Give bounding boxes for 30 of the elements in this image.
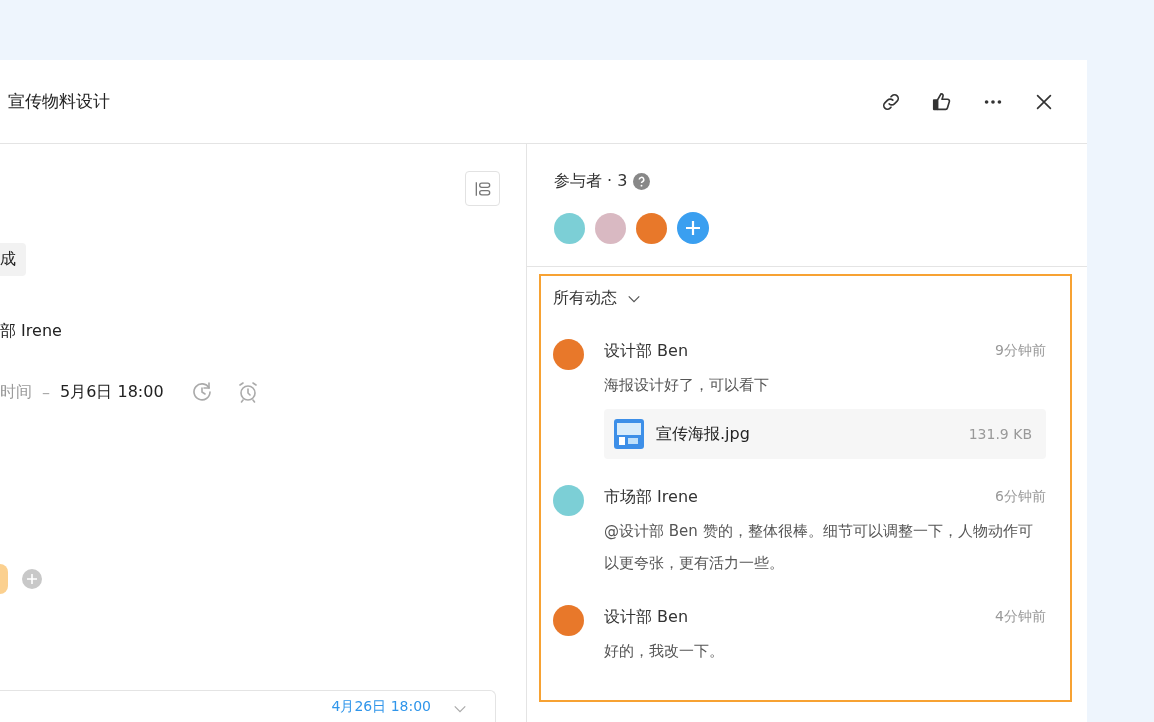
attachment-size: 131.9 KB — [968, 426, 1032, 442]
task-title: 宣传物料设计 — [8, 90, 110, 113]
comment-time: 9分钟前 — [995, 342, 1046, 360]
status-tag[interactable]: 成 — [0, 243, 26, 276]
attachment-card[interactable]: 宣传海报.jpg 131.9 KB — [604, 409, 1046, 459]
avatar[interactable] — [554, 212, 585, 244]
comment-text: 海报设计好了，可以看下 — [604, 375, 770, 396]
due-date[interactable]: 5月6日 18:00 — [60, 381, 164, 403]
comment-author: 市场部 Irene — [604, 486, 698, 508]
comment-text: @设计部 Ben 赞的，整体很棒。细节可以调整一下，人物动作可以更夸张，更有活力一些。 — [604, 521, 1034, 574]
comment-time: 4分钟前 — [995, 608, 1046, 626]
assignee-name: 部 Irene — [0, 321, 62, 342]
time-separator: – — [42, 382, 50, 402]
avatar — [0, 564, 8, 594]
layout-toggle-button[interactable] — [465, 171, 500, 206]
comment-author: 设计部 Ben — [604, 340, 689, 362]
image-thumbnail-icon — [614, 419, 644, 449]
comment-author: 设计部 Ben — [604, 606, 689, 628]
help-icon[interactable] — [633, 173, 651, 190]
add-participant-icon[interactable] — [677, 212, 709, 244]
comment-text: 好的，我改一下。 — [604, 641, 725, 662]
activity-filter[interactable]: 所有动态 — [553, 288, 1046, 309]
thumbs-up-icon[interactable] — [931, 90, 953, 113]
comment-time: 6分钟前 — [995, 488, 1046, 506]
participants-title: 参与者 · 3 — [554, 171, 628, 192]
add-icon[interactable] — [22, 569, 42, 589]
avatar[interactable] — [595, 212, 626, 244]
time-label: 时间 — [0, 381, 32, 403]
attachment-name: 宣传海报.jpg — [656, 423, 751, 445]
avatar[interactable] — [636, 212, 667, 244]
